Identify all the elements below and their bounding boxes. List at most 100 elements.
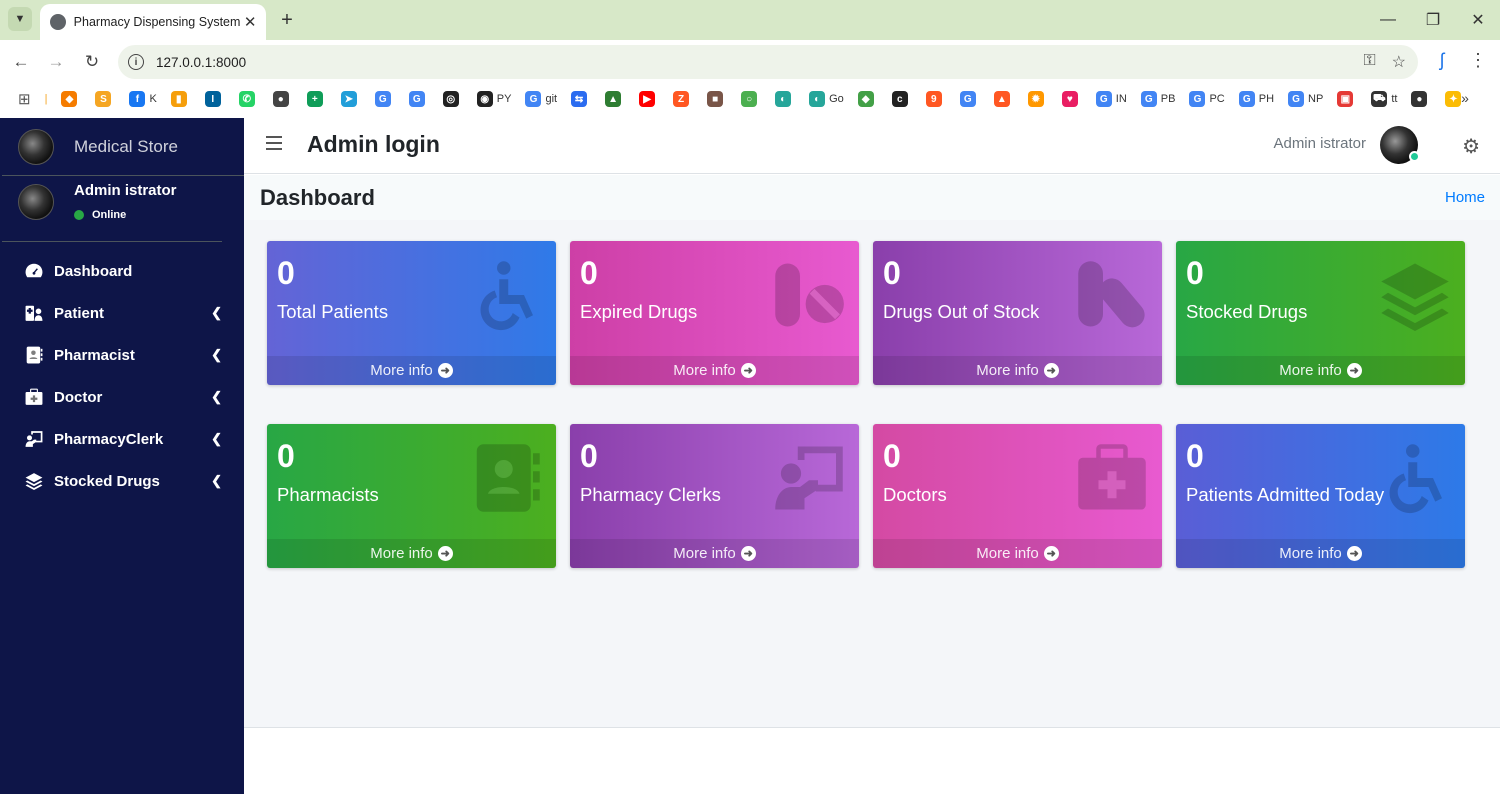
bookmark-item[interactable]: c xyxy=(891,91,912,107)
bookmark-item[interactable]: G NP xyxy=(1288,91,1323,107)
bookmark-item[interactable]: ○ xyxy=(741,91,761,107)
bookmark-star-icon[interactable]: ☆ xyxy=(1392,52,1406,72)
bookmark-item[interactable]: ■ xyxy=(707,91,727,107)
sidebar-item-pharmacist[interactable]: Pharmacist ❮ xyxy=(2,334,244,376)
brand-link[interactable]: Medical Store xyxy=(2,118,244,176)
browser-toolbar: ← → ↻ i 127.0.0.1:8000 ⚿ ☆ ʃ ⋮ xyxy=(0,40,1500,84)
bookmark-item[interactable]: ▮ xyxy=(170,91,191,107)
tab-search-button[interactable]: ▼ xyxy=(8,7,32,31)
bookmark-item[interactable]: ● xyxy=(1411,91,1431,107)
bookmark-item[interactable]: ▲ xyxy=(993,91,1014,107)
more-info-link[interactable]: More info ➜ xyxy=(570,539,859,568)
bookmark-item[interactable]: ⛟ tt xyxy=(1371,91,1397,107)
sidebar-user-name[interactable]: Admin istrator xyxy=(74,182,177,199)
tab-close-icon[interactable]: ✕ xyxy=(240,12,260,32)
sidebar-item-pharmacyclerk[interactable]: PharmacyClerk ❮ xyxy=(2,418,244,460)
sidebar-item-stocked-drugs[interactable]: Stocked Drugs ❮ xyxy=(2,460,244,502)
restore-button[interactable]: ❐ xyxy=(1421,8,1445,32)
bookmark-item[interactable]: G xyxy=(959,91,980,107)
header-avatar[interactable] xyxy=(1380,126,1420,164)
bookmarks-bar: ⊞ | ◆ Sf K ▮ I ✆ ● + ➤ G G ◎ ◉ PY Ggit ⇆ ▲ ▶ Z ■ ○ ◐ ◐ Go ◆ c 9 G ▲ ✹… xyxy=(0,84,1500,114)
forward-button[interactable]: → xyxy=(44,50,68,74)
menu-toggle-icon[interactable] xyxy=(266,136,282,150)
window-close-button[interactable]: ✕ xyxy=(1466,8,1490,32)
bookmark-item[interactable]: G xyxy=(374,91,395,107)
bookmark-item[interactable]: fK xyxy=(129,91,157,107)
bookmark-item[interactable]: ▣ xyxy=(1337,91,1357,107)
bookmark-item[interactable]: ▲ xyxy=(605,91,625,107)
bookmark-item[interactable]: ◆ xyxy=(857,91,878,107)
bookmark-item[interactable]: Ggit xyxy=(525,91,557,107)
bookmark-item[interactable]: ▶ xyxy=(639,91,659,107)
bookmark-favicon-icon: G xyxy=(1140,91,1157,107)
layers-icon xyxy=(1379,259,1451,331)
more-info-label: More info xyxy=(1279,545,1342,562)
bookmark-item[interactable]: G PH xyxy=(1238,91,1274,107)
more-info-link[interactable]: More info ➜ xyxy=(570,356,859,385)
back-button[interactable]: ← xyxy=(9,50,33,74)
bookmark-item[interactable]: ◎ xyxy=(442,91,463,107)
bookmark-item[interactable]: ◉ PY xyxy=(476,91,511,107)
bookmark-item[interactable]: G PC xyxy=(1189,91,1225,107)
password-key-icon[interactable]: ⚿ xyxy=(1363,52,1375,72)
bookmark-favicon-icon: G xyxy=(408,91,425,107)
arrow-circle-right-icon: ➜ xyxy=(437,363,453,378)
browser-tab[interactable]: Pharmacy Dispensing System ✕ xyxy=(40,4,266,40)
apps-grid-icon[interactable]: ⊞ xyxy=(18,90,31,108)
address-bar[interactable]: i 127.0.0.1:8000 ⚿ ☆ xyxy=(118,45,1418,79)
browser-menu-icon[interactable]: ⋮ xyxy=(1468,50,1488,70)
bookmark-item[interactable]: ◐ Go xyxy=(809,91,844,107)
bookmark-item[interactable]: ● xyxy=(272,91,293,107)
sidebar-item-label: Doctor xyxy=(54,388,103,406)
sidebar-item-doctor[interactable]: Doctor ❮ xyxy=(2,376,244,418)
site-info-icon[interactable]: i xyxy=(128,54,144,70)
bookmark-favicon-icon: G xyxy=(525,91,542,107)
bookmark-item[interactable]: G xyxy=(408,91,429,107)
more-info-link[interactable]: More info ➜ xyxy=(267,539,556,568)
bookmark-favicon-icon: c xyxy=(891,91,908,107)
more-info-link[interactable]: More info ➜ xyxy=(873,539,1162,568)
bookmark-item[interactable]: 9 xyxy=(925,91,946,107)
bookmark-item[interactable]: G IN xyxy=(1095,91,1127,107)
page-title: Dashboard xyxy=(260,184,375,210)
reload-button[interactable]: ↻ xyxy=(80,50,104,74)
bookmark-favicon-icon: Z xyxy=(673,91,690,107)
bookmark-item[interactable]: G PB xyxy=(1140,91,1176,107)
minimize-button[interactable]: — xyxy=(1376,8,1400,32)
arrow-circle-right-icon: ➜ xyxy=(740,546,756,561)
bookmark-item[interactable]: ➤ xyxy=(340,91,361,107)
bookmark-item[interactable]: ✆ xyxy=(238,91,259,107)
online-label: Online xyxy=(92,209,127,221)
header-user-name[interactable]: Admin istrator xyxy=(1273,135,1366,152)
wheelchair-icon xyxy=(1379,442,1451,514)
bookmark-item[interactable]: ◐ xyxy=(775,91,795,107)
bookmark-item[interactable]: I xyxy=(204,91,225,107)
bookmark-item[interactable]: ✹ xyxy=(1027,91,1048,107)
user-avatar[interactable] xyxy=(18,184,54,220)
arrow-circle-right-icon: ➜ xyxy=(437,546,453,561)
extension-icon[interactable]: ʃ xyxy=(1432,50,1452,70)
bookmark-favicon-icon: ◉ xyxy=(476,91,493,107)
sidebar: Medical Store Admin istrator Online Dash… xyxy=(0,118,244,794)
bookmark-item[interactable]: + xyxy=(306,91,327,107)
sidebar-item-patient[interactable]: Patient ❮ xyxy=(2,292,244,334)
bookmark-label: PB xyxy=(1160,93,1176,105)
more-info-link[interactable]: More info ➜ xyxy=(1176,539,1465,568)
bookmark-item[interactable]: ◆ xyxy=(61,91,81,107)
capsules-icon xyxy=(1076,259,1148,331)
more-info-link[interactable]: More info ➜ xyxy=(267,356,556,385)
gear-icon[interactable]: ⚙ xyxy=(1462,134,1480,159)
bookmark-item[interactable]: S xyxy=(95,91,115,107)
more-info-link[interactable]: More info ➜ xyxy=(1176,356,1465,385)
more-bookmarks-icon[interactable]: » xyxy=(1455,88,1475,108)
sidebar-item-dashboard[interactable]: Dashboard xyxy=(2,250,244,292)
stat-card: 0 Patients Admitted Today More info ➜ xyxy=(1176,424,1465,568)
more-info-link[interactable]: More info ➜ xyxy=(873,356,1162,385)
new-tab-button[interactable]: + xyxy=(276,9,298,31)
bookmark-item[interactable]: Z xyxy=(673,91,693,107)
bookmark-item[interactable]: ⇆ xyxy=(571,91,591,107)
url-text[interactable]: 127.0.0.1:8000 xyxy=(156,55,246,70)
header-title: Admin login xyxy=(307,131,440,157)
bookmark-item[interactable]: ♥ xyxy=(1061,91,1082,107)
breadcrumb-home-link[interactable]: Home xyxy=(1445,189,1485,206)
